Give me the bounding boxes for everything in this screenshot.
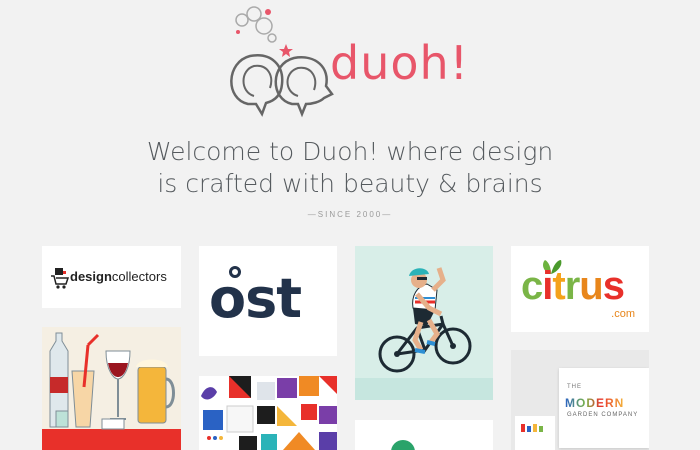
node-icon <box>229 266 241 278</box>
citrus-letter-u: u <box>579 264 603 308</box>
portfolio-tile-drinks[interactable] <box>42 327 181 450</box>
citrus-letter-t: t <box>552 264 565 308</box>
since-tagline: —SINCE 2000— <box>307 210 393 219</box>
portfolio-tile-citrus[interactable]: citrus .com <box>511 246 649 332</box>
green-circle-icon <box>391 440 415 450</box>
portfolio-tile-cyclist[interactable] <box>355 246 493 400</box>
portfolio-tile-design-collectors[interactable]: designcollectors <box>42 246 181 308</box>
hero-headline: Welcome to Duoh! where design is crafted… <box>0 136 700 200</box>
citrus-domain: .com <box>611 308 635 320</box>
hero-line-2: is crafted with beauty & brains <box>157 169 543 198</box>
citrus-letter-s: s <box>602 264 625 308</box>
modern-garden-card: THE MODERN GARDEN COMPANY <box>559 368 649 448</box>
citrus-wordmark: citrus <box>521 264 625 308</box>
ost-wordmark: ost <box>209 267 302 330</box>
design-collectors-label: designcollectors <box>70 269 167 284</box>
pattern-collage-icon <box>199 376 337 450</box>
hero-line-1: Welcome to Duoh! where design <box>146 137 554 166</box>
cyclist-illustration-icon <box>378 267 472 373</box>
citrus-letter-r: r <box>564 264 581 308</box>
mini-logo-icon <box>521 424 543 432</box>
modern-garden-the: THE <box>567 384 582 390</box>
citrus-letter-i: i <box>542 264 553 308</box>
brand-wordmark[interactable]: duoh! <box>330 40 469 86</box>
citrus-letter-c: c <box>521 264 543 308</box>
portfolio-tile-ost[interactable]: ost <box>199 246 337 356</box>
modern-garden-name: MODERN <box>565 396 625 410</box>
portfolio-tile-partial[interactable] <box>355 420 493 450</box>
modern-garden-sub: GARDEN COMPANY <box>567 412 639 418</box>
portfolio-tile-pattern[interactable] <box>199 376 337 450</box>
stationery-card <box>515 416 555 450</box>
shopping-cart-icon <box>51 268 70 289</box>
drinks-illustration-icon <box>42 332 181 450</box>
portfolio-tile-modern-garden[interactable]: THE MODERN GARDEN COMPANY <box>511 350 649 450</box>
